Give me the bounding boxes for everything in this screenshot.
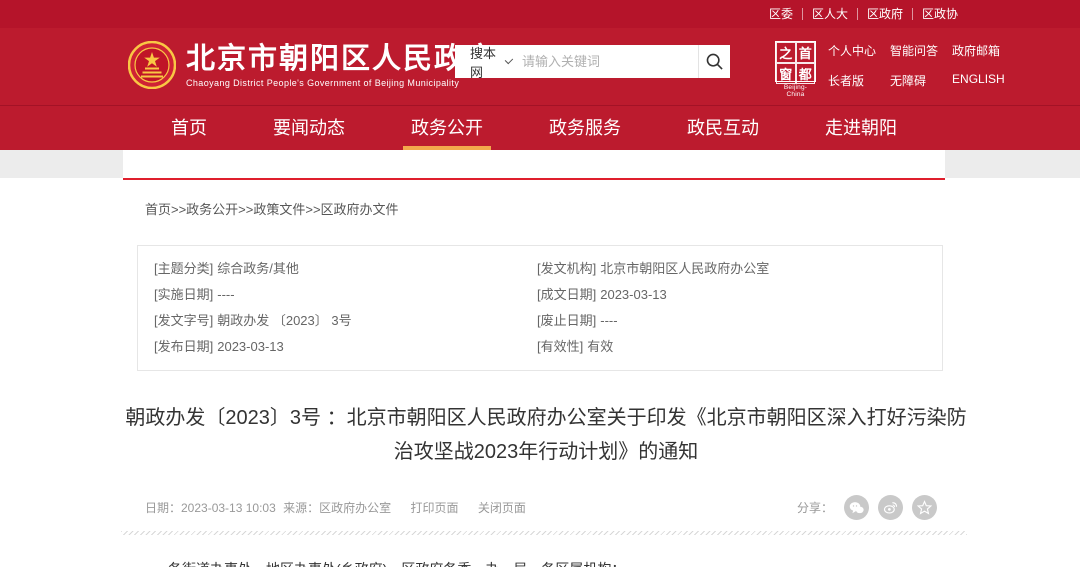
weibo-icon: [883, 500, 898, 515]
link-english[interactable]: ENGLISH: [952, 72, 1005, 89]
nav-item-gov-services[interactable]: 政务服务: [545, 106, 625, 150]
star-icon: [917, 500, 932, 515]
meta-row: [废止日期]----: [537, 308, 942, 334]
meta-row: [成文日期]2023-03-13: [537, 282, 942, 308]
link-senior-version[interactable]: 长者版: [828, 72, 876, 89]
search-scope-label: 搜本网: [470, 43, 498, 81]
topbar-link-district-cppcc[interactable]: 区政协: [913, 8, 967, 20]
link-personal-center[interactable]: 个人中心: [828, 42, 876, 59]
meta-row: [发文字号]朝政办发 〔2023〕 3号: [154, 308, 537, 334]
search-button[interactable]: [698, 45, 730, 78]
print-page-link[interactable]: 打印页面: [410, 501, 458, 515]
red-divider: [123, 178, 945, 180]
link-smart-qa[interactable]: 智能问答: [890, 42, 938, 59]
primary-nav: 首页 要闻动态 政务公开 政务服务 政民互动 走进朝阳: [0, 105, 1080, 150]
capital-window-caption: Beijing-China: [775, 84, 816, 98]
national-emblem-icon: [128, 41, 176, 89]
share-favorite-button[interactable]: [912, 495, 937, 520]
main-content: 首页>>政务公开>>政策文件>>区政府办文件 [主题分类]综合政务/其他 [实施…: [123, 199, 945, 567]
nav-item-public-interaction[interactable]: 政民互动: [683, 106, 763, 150]
link-gov-mailbox[interactable]: 政府邮箱: [952, 42, 1005, 59]
meta-right-column: [发文机构]北京市朝阳区人民政府办公室 [成文日期]2023-03-13 [废止…: [537, 256, 942, 360]
cw-char: 都: [796, 63, 816, 84]
topbar-link-district-committee[interactable]: 区委: [760, 8, 803, 20]
chevron-down-icon: [504, 56, 513, 65]
capital-window-logo[interactable]: 之 首 窗 都 Beijing-China: [775, 41, 816, 98]
nav-item-news[interactable]: 要闻动态: [269, 106, 349, 150]
cw-char: 首: [796, 42, 816, 63]
share-label: 分享：: [797, 499, 833, 516]
search-icon: [705, 52, 724, 71]
meta-left-column: [主题分类]综合政务/其他 [实施日期]---- [发文字号]朝政办发 〔202…: [154, 256, 537, 360]
document-body-first-line: 各街道办事处、地区办事处(乡政府)，区政府各委、办、局，各区属机构：: [168, 559, 945, 567]
subheader-band: [0, 150, 1080, 178]
meta-row: [发文机构]北京市朝阳区人民政府办公室: [537, 256, 942, 282]
site-search: 搜本网: [455, 45, 730, 78]
meta-row: [实施日期]----: [154, 282, 537, 308]
topbar-link-district-congress[interactable]: 区人大: [803, 8, 858, 20]
header-quick-links: 个人中心 智能问答 政府邮箱 长者版 无障碍 ENGLISH: [828, 42, 968, 89]
meta-row: [发布日期]2023-03-13: [154, 334, 537, 360]
document-meta-box: [主题分类]综合政务/其他 [实施日期]---- [发文字号]朝政办发 〔202…: [137, 245, 943, 371]
document-info-row: 日期：2023-03-13 10:03 来源：区政府办公室 打印页面 关闭页面 …: [123, 495, 945, 520]
share-bar: 分享：: [797, 495, 937, 520]
capital-window-grid-icon: 之 首 窗 都: [775, 41, 816, 82]
nav-item-about-chaoyang[interactable]: 走进朝阳: [821, 106, 901, 150]
share-wechat-button[interactable]: [844, 495, 869, 520]
link-accessibility[interactable]: 无障碍: [890, 72, 938, 89]
search-input[interactable]: [522, 54, 698, 69]
site-header: 北京市朝阳区人民政府 Chaoyang District People's Go…: [0, 28, 1080, 105]
site-subtitle: Chaoyang District People's Government of…: [186, 78, 496, 88]
search-scope-select[interactable]: 搜本网: [455, 43, 522, 81]
close-page-link[interactable]: 关闭页面: [478, 501, 526, 515]
document-title: 朝政办发〔2023〕3号 ：北京市朝阳区人民政府办公室关于印发《北京市朝阳区深入…: [123, 401, 969, 469]
source-label: 来源：区政府办公室: [283, 501, 391, 515]
meta-row: [有效性]有效: [537, 334, 942, 360]
nav-item-home[interactable]: 首页: [167, 106, 211, 150]
nav-item-gov-disclosure[interactable]: 政务公开: [407, 106, 487, 150]
dotted-divider: [121, 531, 967, 535]
meta-row: [主题分类]综合政务/其他: [154, 256, 537, 282]
site-title: 北京市朝阳区人民政府: [186, 43, 496, 75]
wechat-icon: [849, 501, 864, 515]
breadcrumb[interactable]: 首页>>政务公开>>政策文件>>区政府办文件: [145, 199, 945, 218]
cw-char: 窗: [776, 63, 796, 84]
share-weibo-button[interactable]: [878, 495, 903, 520]
cw-char: 之: [776, 42, 796, 63]
publish-date: 日期：2023-03-13 10:03: [145, 501, 276, 515]
topbar-link-district-government[interactable]: 区政府: [858, 8, 913, 20]
top-utility-bar: 区委 区人大 区政府 区政协: [0, 0, 1080, 28]
site-logo[interactable]: 北京市朝阳区人民政府 Chaoyang District People's Go…: [128, 41, 496, 89]
